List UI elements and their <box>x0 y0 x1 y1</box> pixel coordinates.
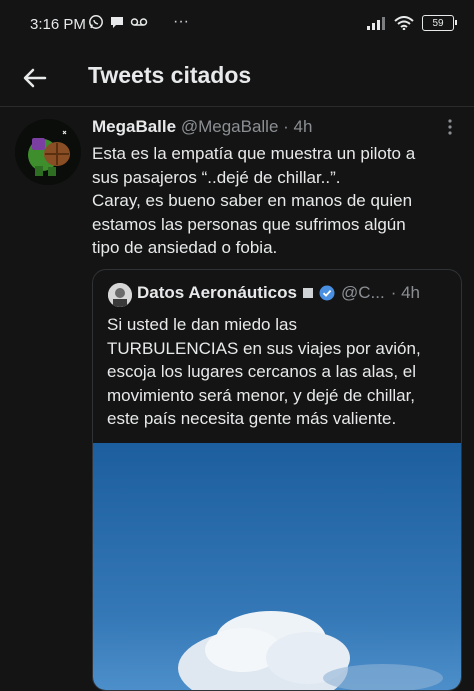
tweet-header: MegaBalle @MegaBalle · 4h <box>92 117 312 137</box>
avatar-image <box>15 119 81 185</box>
status-more: ··· <box>173 13 189 30</box>
status-app-icons <box>88 14 148 30</box>
status-time: 3:16 PM <box>30 16 86 33</box>
sky-cloud-image[interactable] <box>93 443 461 690</box>
more-vertical-icon[interactable] <box>446 118 454 136</box>
display-name[interactable]: MegaBalle <box>92 117 176 136</box>
quoted-tweet-card[interactable]: Datos Aeronáuticos @C... · 4h Si usted l… <box>92 269 462 691</box>
top-app-bar: Tweets citados <box>0 52 474 107</box>
quoted-tweet-time: · 4h <box>390 283 420 302</box>
quoted-tweet-line: movimiento será menor, y dejé de chillar… <box>107 385 416 405</box>
quoted-user-handle: @C... <box>340 283 385 302</box>
quoted-tweet-line: Si usted le dan miedo las <box>107 315 297 334</box>
status-right-icons: 59 <box>366 15 457 31</box>
square-badge-icon <box>302 288 313 298</box>
wifi-icon <box>394 16 414 30</box>
tweet-line: tipo de ansiedad o fobia. <box>92 238 278 257</box>
whatsapp-icon <box>89 15 103 29</box>
quoted-tweet-line: escoja los lugares cercanos a las alas, … <box>107 362 416 381</box>
tweet-line: sus pasajeros “..dejé de chillar..”. <box>92 167 341 187</box>
quoted-avatar <box>108 283 132 307</box>
battery-level: 59 <box>432 17 444 29</box>
tweet-line: estamos las personas que sufrimos algún <box>92 214 406 234</box>
tweet-text: Esta es la empatía que muestra un piloto… <box>92 142 452 260</box>
tweet-line: Esta es la empatía que muestra un piloto… <box>92 144 416 163</box>
page-title: Tweets citados <box>88 62 252 88</box>
message-icon <box>111 17 123 28</box>
quoted-tweet-line: TURBULENCIAS en sus viajes por avión, <box>107 338 421 358</box>
arrow-left-icon[interactable] <box>20 63 50 93</box>
avatar[interactable] <box>15 119 81 185</box>
verified-icon <box>319 285 335 301</box>
quoted-display-name: Datos Aeronáuticos <box>137 283 297 302</box>
quoted-avatar-image <box>108 283 132 307</box>
voicemail-icon <box>130 18 148 26</box>
quoted-tweet-line: este país necesita gente más valiente. <box>107 409 397 428</box>
tweet-time: · 4h <box>283 117 313 136</box>
user-handle[interactable]: @MegaBalle <box>181 117 279 136</box>
quoted-tweet-text: Si usted le dan miedo las TURBULENCIAS e… <box>107 313 452 431</box>
status-bar: 3:16 PM ··· 59 <box>0 0 474 52</box>
tweet-line: Caray, es bueno saber en manos de quien <box>92 191 413 210</box>
signal-icon <box>367 17 385 30</box>
quoted-tweet-header: Datos Aeronáuticos @C... · 4h <box>137 283 420 303</box>
battery-icon: 59 <box>422 15 457 31</box>
